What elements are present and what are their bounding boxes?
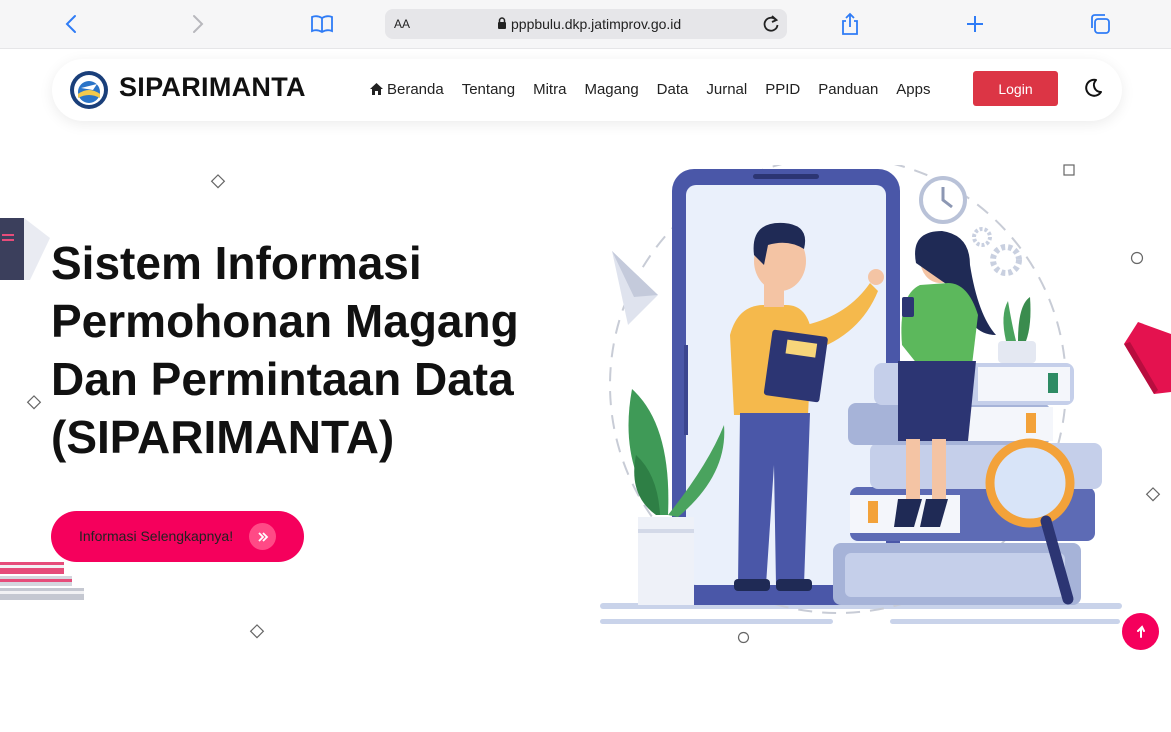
url-text: pppbulu.dkp.jatimprov.go.id	[511, 16, 682, 32]
double-chevron-right-icon	[249, 523, 276, 550]
diamond-decoration-icon	[26, 395, 42, 410]
nav-panduan[interactable]: Panduan	[818, 81, 878, 98]
nav-jurnal[interactable]: Jurnal	[706, 81, 747, 98]
book-decoration-icon	[0, 218, 50, 280]
hero-title-line: Sistem Informasi	[51, 237, 422, 289]
address-bar[interactable]: AA pppbulu.dkp.jatimprov.go.id	[385, 9, 787, 39]
nav-apps[interactable]: Apps	[896, 81, 930, 98]
new-tab-icon[interactable]	[961, 10, 989, 38]
site-navbar: SIPARIMANTA Beranda Tentang Mitra Magang…	[52, 59, 1122, 121]
reload-icon[interactable]	[761, 13, 781, 40]
nav-tentang[interactable]: Tentang	[462, 81, 515, 98]
share-icon[interactable]	[836, 10, 864, 38]
lock-icon	[497, 17, 507, 35]
diamond-decoration-icon	[1145, 487, 1161, 502]
hero-title-line: (SIPARIMANTA)	[51, 411, 395, 463]
more-info-button[interactable]: Informasi Selengkapnya!	[51, 511, 304, 562]
hero-title-line: Dan Permintaan Data	[51, 353, 514, 405]
nav-menu: Beranda Tentang Mitra Magang Data Jurnal…	[370, 81, 949, 98]
nav-magang[interactable]: Magang	[584, 81, 638, 98]
circle-decoration-icon	[1130, 251, 1144, 265]
home-icon	[370, 83, 383, 95]
browser-toolbar: AA pppbulu.dkp.jatimprov.go.id	[0, 0, 1171, 49]
hero-title: Sistem Informasi Permohonan Magang Dan P…	[51, 234, 571, 466]
hero-illustration	[600, 165, 1122, 624]
circle-decoration-icon	[737, 631, 750, 644]
book-decoration-icon	[1124, 322, 1171, 394]
tabs-overview-icon[interactable]	[1086, 10, 1114, 38]
nav-label: Beranda	[387, 81, 444, 98]
login-button[interactable]: Login	[973, 71, 1058, 106]
dark-mode-toggle-icon[interactable]	[1082, 77, 1104, 104]
bookmarks-icon[interactable]	[308, 10, 336, 38]
nav-beranda[interactable]: Beranda	[370, 81, 444, 98]
diamond-decoration-icon	[210, 174, 226, 189]
nav-mitra[interactable]: Mitra	[533, 81, 566, 98]
nav-data[interactable]: Data	[657, 81, 689, 98]
back-to-top-button[interactable]	[1122, 613, 1159, 650]
diamond-decoration-icon	[249, 624, 265, 639]
arrow-up-icon	[1136, 624, 1145, 638]
back-icon[interactable]	[58, 10, 86, 38]
more-info-label: Informasi Selengkapnya!	[79, 528, 234, 544]
hero-title-line: Permohonan Magang	[51, 295, 519, 347]
text-size-button[interactable]: AA	[394, 17, 410, 31]
brand-name[interactable]: SIPARIMANTA	[119, 72, 306, 103]
nav-ppid[interactable]: PPID	[765, 81, 800, 98]
site-logo[interactable]	[69, 70, 109, 110]
forward-icon[interactable]	[183, 10, 211, 38]
books-stack-decoration-icon	[0, 562, 84, 600]
